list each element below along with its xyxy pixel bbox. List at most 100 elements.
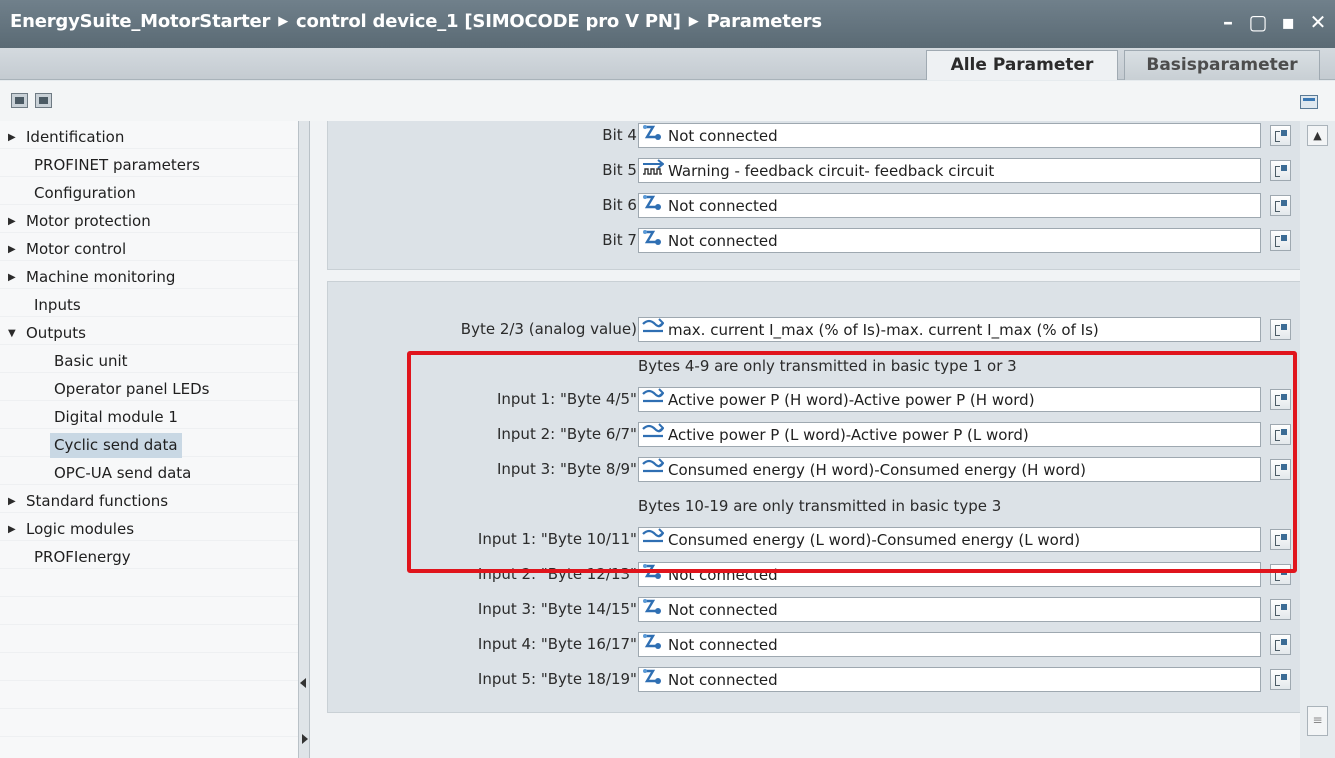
signal-selector-field[interactable]: Not connected [638,632,1261,657]
connect-signal-button[interactable] [1270,230,1291,251]
nav-item-operator-panel-leds[interactable]: Operator panel LEDs [54,377,210,402]
nav-item-label: PROFIenergy [34,548,131,566]
minimize-icon[interactable]: – [1217,10,1239,34]
breadcrumb-page: Parameters [706,11,822,32]
connect-signal-button[interactable] [1270,319,1291,340]
connect-signal-button[interactable] [1270,125,1291,146]
nav-item-logic-modules[interactable]: ▶ Logic modules [8,517,134,542]
not-connected-icon [642,598,664,621]
parameter-label: Input 3: "Byte 14/15": [477,600,642,618]
not-connected-icon [642,668,664,691]
connect-signal-button[interactable] [1270,634,1291,655]
nav-item-outputs[interactable]: ▼ Outputs [8,321,86,346]
nav-item-standard-functions[interactable]: ▶ Standard functions [8,489,168,514]
view-toggle-icon[interactable] [1300,95,1318,109]
collapsed-triangle-icon[interactable]: ▶ [8,265,16,290]
tab-basic-parameters[interactable]: Basisparameter [1124,50,1320,80]
signal-value: Not connected [668,127,778,145]
breadcrumb-separator-icon: ▶ [688,14,699,29]
close-icon[interactable]: ✕ [1307,10,1329,34]
nav-item-label: OPC-UA send data [54,464,192,482]
breadcrumb-separator-icon: ▶ [278,14,288,29]
parameter-label: Bit 6: [602,196,642,214]
highlight-box [407,351,1297,573]
nav-item-identification[interactable]: ▶ Identification [8,125,124,150]
nav-item-profienergy[interactable]: PROFIenergy [8,545,131,570]
window-controls: – ▢ ▪ ✕ [1217,10,1329,34]
nav-item-opc-ua-send-data[interactable]: OPC-UA send data [54,461,191,486]
nav-item-cyclic-send-data[interactable]: Cyclic send data [50,433,182,458]
nav-item-label: Motor control [26,240,127,258]
parameter-label: Input 4: "Byte 16/17": [477,635,642,653]
nav-item-basic-unit[interactable]: Basic unit [54,349,128,374]
signal-selector-field[interactable]: Not connected [638,597,1261,622]
byte-input-row: Input 3: "Byte 14/15": Not connected [328,595,1305,625]
collapsed-triangle-icon[interactable]: ▶ [8,125,16,150]
signal-value: Not connected [668,601,778,619]
signal-selector-field[interactable]: Not connected [638,228,1261,253]
nav-item-label: Motor protection [26,212,151,230]
breadcrumb-device[interactable]: control device_1 [SIMOCODE pro V PN] [296,11,681,32]
signal-value: Not connected [668,197,778,215]
navigation-tree: ▶ Identification PROFINET parameters Config… [0,121,298,758]
nav-item-label: Configuration [34,184,136,202]
tab-all-parameters[interactable]: Alle Parameter [926,50,1118,80]
nav-item-label: Identification [26,128,125,146]
nav-item-profinet-parameters[interactable]: PROFINET parameters [8,153,200,178]
signal-selector-field[interactable]: max. current I_max (% of Is)-max. curren… [638,317,1261,342]
nav-item-machine-monitoring[interactable]: ▶ Machine monitoring [8,265,175,290]
toolbar [0,81,1335,121]
not-connected-icon [642,194,664,217]
float-window-icon[interactable]: ▢ [1247,10,1269,34]
nav-item-label: Cyclic send data [54,436,178,454]
signal-selector-field[interactable]: Not connected [638,193,1261,218]
nav-item-label: Inputs [34,296,81,314]
nav-item-configuration[interactable]: Configuration [8,181,136,206]
title-bar: EnergySuite_MotorStarter ▶ control device_… [0,0,1335,48]
digital-signal-icon [642,159,665,182]
signal-selector-field[interactable]: Warning - feedback circuit- feedback cir… [638,158,1261,183]
byte-input-row: Input 4: "Byte 16/17": Not connected [328,630,1305,660]
collapsed-triangle-icon[interactable]: ▶ [8,489,16,514]
collapsed-triangle-icon[interactable]: ▶ [8,517,16,542]
connect-signal-button[interactable] [1270,669,1291,690]
vertical-scrollbar[interactable]: ▲ ≡ [1300,121,1335,758]
signal-selector-field[interactable]: Not connected [638,667,1261,692]
nav-item-motor-control[interactable]: ▶ Motor control [8,237,126,262]
connect-signal-button[interactable] [1270,160,1291,181]
bit-row-6: Bit 6: Not connected [328,191,1305,221]
nav-item-label: Machine monitoring [26,268,176,286]
expanded-triangle-icon[interactable]: ▼ [8,321,16,346]
collapse-left-icon[interactable] [300,678,306,688]
breadcrumb-project[interactable]: EnergySuite_MotorStarter [10,11,270,32]
scroll-thumb[interactable]: ≡ [1307,706,1328,736]
not-connected-icon [642,229,664,252]
collapse-all-icon[interactable] [35,93,52,108]
bits-panel: Bit 4: Not connected Bit 5: Warning - feedb… [327,121,1304,270]
breadcrumb: EnergySuite_MotorStarter ▶ control device_… [10,11,822,32]
nav-item-inputs[interactable]: Inputs [8,293,81,318]
panel-splitter[interactable] [298,121,310,758]
parameter-label: Input 5: "Byte 18/19": [477,670,642,688]
expand-all-icon[interactable] [11,93,28,108]
signal-value: Not connected [668,671,778,689]
bit-row-5: Bit 5: Warning - feedback circuit- feedba… [328,156,1305,186]
signal-value: Not connected [668,232,778,250]
parameter-label: Bit 7: [602,231,642,249]
collapsed-triangle-icon[interactable]: ▶ [8,237,16,262]
signal-selector-field[interactable]: Not connected [638,123,1261,148]
signal-value: Warning - feedback circuit- feedback cir… [668,162,995,180]
collapsed-triangle-icon[interactable]: ▶ [8,209,16,234]
connect-signal-button[interactable] [1270,599,1291,620]
nav-item-label: Logic modules [26,520,135,538]
nav-item-label: Basic unit [54,352,128,370]
maximize-icon[interactable]: ▪ [1277,10,1299,34]
nav-item-motor-protection[interactable]: ▶ Motor protection [8,209,151,234]
parameter-label: Bit 5: [602,161,642,179]
nav-item-label: Digital module 1 [54,408,178,426]
connect-signal-button[interactable] [1270,195,1291,216]
nav-item-digital-module-1[interactable]: Digital module 1 [54,405,178,430]
parameter-label: Byte 2/3 (analog value): [460,320,642,338]
scroll-up-icon[interactable]: ▲ [1307,125,1328,146]
expand-right-icon[interactable] [302,734,308,744]
